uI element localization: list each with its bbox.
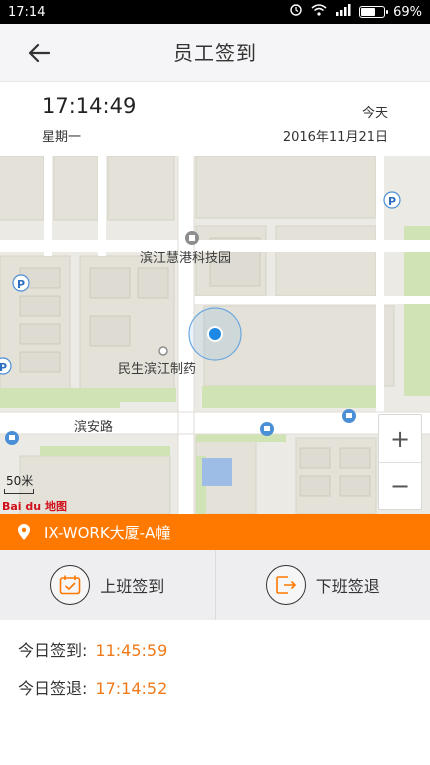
check-in-record-label: 今日签到: [18,641,88,660]
status-time: 17:14 [8,4,46,20]
check-out-record-time: 17:14:52 [95,679,168,698]
arrow-left-icon [28,43,50,63]
app-header: 员工签到 [0,24,430,82]
check-out-record: 今日签退: 17:14:52 [18,675,167,699]
map-view[interactable]: P P P 滨江慧港科技园 民生滨江制药 滨安路 50米 Bai du 地图 +… [0,156,430,514]
location-name: IX-WORK大厦-A幢 [44,523,171,542]
check-in-record-time: 11:45:59 [95,641,168,660]
status-icons: 69% [289,3,422,21]
sign-out-icon [265,565,306,605]
back-button[interactable] [22,37,56,69]
check-out-label: 下班签退 [315,577,380,596]
baidu-map-logo: Bai du 地图 [2,500,67,513]
calendar-check-icon [50,565,91,605]
map-scale-label: 50米 [6,474,34,488]
map-canvas: P P P [0,156,430,514]
check-in-label: 上班签到 [100,577,165,596]
wifi-icon [311,4,327,20]
weekday: 星期一 [42,130,82,145]
today-records: 今日签到: 11:45:59 今日签退: 17:14:52 [0,620,430,765]
svg-text:P: P [17,278,25,291]
svg-text:P: P [388,195,396,208]
location-bar: IX-WORK大厦-A幢 [0,514,430,550]
map-label-pharma: 民生滨江制药 [118,362,197,377]
map-label-tech-park: 滨江慧港科技园 [140,251,232,266]
battery-icon [359,6,389,18]
alarm-icon [289,3,303,21]
sign-actions: 上班签到 下班签退 [0,550,430,620]
svg-text:P: P [0,361,7,374]
check-in-button[interactable]: 上班签到 [0,550,215,620]
zoom-out-button[interactable]: − [379,462,421,509]
current-time: 17:14:49 [42,94,137,118]
current-date: 2016年11月21日 [282,130,388,145]
signal-icon [335,4,351,20]
check-out-record-label: 今日签退: [18,679,88,698]
zoom-in-button[interactable]: + [379,415,421,462]
current-location-icon [188,307,242,361]
check-in-record: 今日签到: 11:45:59 [18,637,167,661]
map-scale-bar [4,489,34,494]
today-label: 今天 [361,106,388,121]
map-pin-icon [18,524,30,540]
app-screen: 17:14 69% 员工签到 17:14:49 星期一 今天 2016年11月2… [0,0,430,765]
status-bar: 17:14 69% [0,0,430,24]
zoom-controls: + − [378,414,422,510]
page-title: 员工签到 [173,41,257,65]
time-info: 17:14:49 星期一 今天 2016年11月21日 [0,82,430,156]
map-label-road: 滨安路 [74,420,114,435]
battery-percent: 69% [393,4,422,20]
check-out-button[interactable]: 下班签退 [214,550,430,620]
